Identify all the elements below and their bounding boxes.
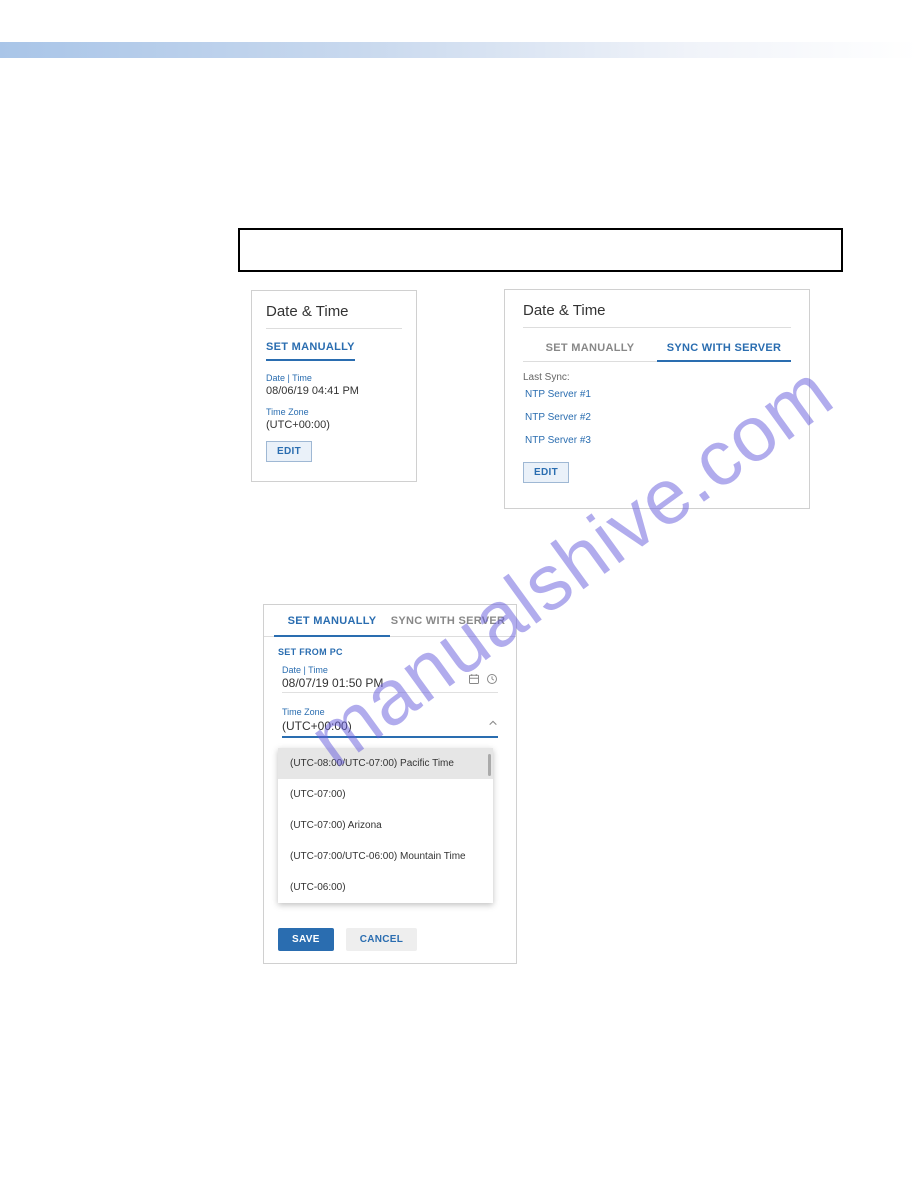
header-gradient xyxy=(0,42,918,58)
button-row: SAVE CANCEL xyxy=(264,918,516,963)
timezone-value: (UTC+00:00) xyxy=(266,419,402,431)
calendar-icon[interactable] xyxy=(468,672,480,690)
timezone-row[interactable]: Time Zone (UTC+00:00) xyxy=(282,707,498,738)
tab-set-manually[interactable]: SET MANUALLY xyxy=(274,605,390,637)
date-time-card-manual: Date & Time SET MANUALLY Date | Time 08/… xyxy=(251,290,417,482)
ntp-server-2[interactable]: NTP Server #2 xyxy=(525,412,791,423)
date-time-card-sync: Date & Time SET MANUALLY SYNC WITH SERVE… xyxy=(504,289,810,509)
tab-set-manually[interactable]: SET MANUALLY xyxy=(266,337,355,361)
timezone-label: Time Zone xyxy=(282,707,488,717)
timezone-label: Time Zone xyxy=(266,407,402,417)
dropdown-item[interactable]: (UTC-07:00) Arizona xyxy=(278,810,493,841)
last-sync-label: Last Sync: xyxy=(523,372,791,383)
edit-button[interactable]: EDIT xyxy=(266,441,312,462)
dropdown-item[interactable]: (UTC-07:00) xyxy=(278,779,493,810)
date-time-edit-panel: SET MANUALLY SYNC WITH SERVER SET FROM P… xyxy=(263,604,517,964)
chevron-up-icon[interactable] xyxy=(488,715,498,733)
cancel-button[interactable]: CANCEL xyxy=(346,928,417,951)
card-title: Date & Time xyxy=(523,302,791,328)
save-button[interactable]: SAVE xyxy=(278,928,334,951)
dropdown-item[interactable]: (UTC-07:00/UTC-06:00) Mountain Time xyxy=(278,841,493,872)
date-time-label: Date | Time xyxy=(266,373,402,383)
ntp-server-1[interactable]: NTP Server #1 xyxy=(525,389,791,400)
date-time-row: Date | Time 08/07/19 01:50 PM xyxy=(282,665,498,693)
tab-set-manually[interactable]: SET MANUALLY xyxy=(523,336,657,361)
ntp-server-3[interactable]: NTP Server #3 xyxy=(525,435,791,446)
tab-sync-with-server[interactable]: SYNC WITH SERVER xyxy=(390,605,506,636)
date-time-value: 08/07/19 01:50 PM xyxy=(282,676,468,690)
date-time-value: 08/06/19 04:41 PM xyxy=(266,385,402,397)
scrollbar[interactable] xyxy=(488,754,491,776)
set-from-pc-link[interactable]: SET FROM PC xyxy=(264,637,516,665)
tab-sync-with-server[interactable]: SYNC WITH SERVER xyxy=(657,336,791,362)
framed-box xyxy=(238,228,843,272)
dropdown-item[interactable]: (UTC-08:00/UTC-07:00) Pacific Time xyxy=(278,748,493,779)
timezone-value: (UTC+00:00) xyxy=(282,719,488,733)
date-time-label: Date | Time xyxy=(282,665,468,675)
edit-button[interactable]: EDIT xyxy=(523,462,569,483)
tabs-row: SET MANUALLY SYNC WITH SERVER xyxy=(523,336,791,362)
card-title: Date & Time xyxy=(266,303,402,329)
clock-icon[interactable] xyxy=(486,672,498,690)
timezone-dropdown[interactable]: (UTC-08:00/UTC-07:00) Pacific Time (UTC-… xyxy=(278,748,493,903)
tabs-row: SET MANUALLY SYNC WITH SERVER xyxy=(264,605,516,637)
dropdown-item[interactable]: (UTC-06:00) xyxy=(278,872,493,903)
